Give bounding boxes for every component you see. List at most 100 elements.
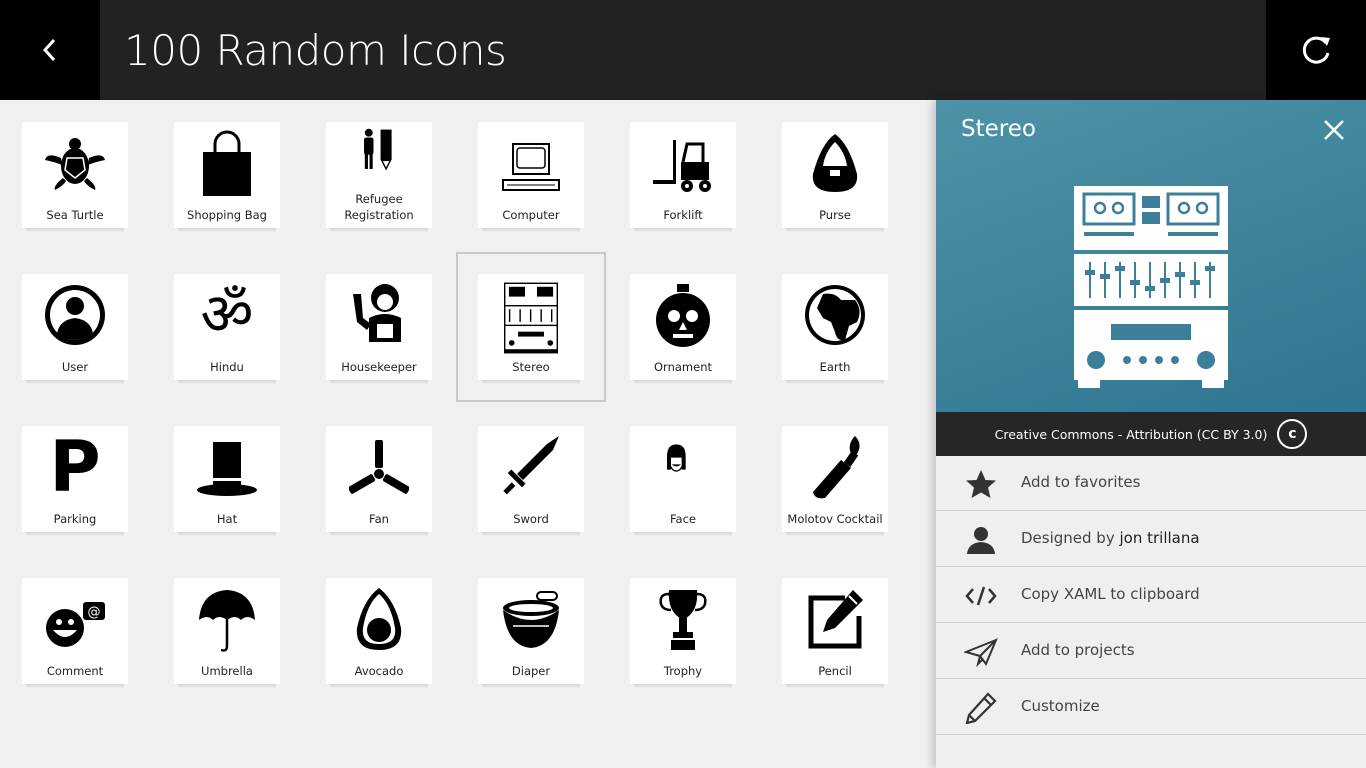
person-icon xyxy=(964,524,998,556)
chevron-left-icon xyxy=(39,37,61,63)
detail-panel: Stereo xyxy=(936,100,1366,768)
hat-icon xyxy=(182,434,272,500)
avocado-icon xyxy=(349,586,409,652)
code-icon xyxy=(964,580,998,612)
icon-tile-ornament[interactable]: Ornament xyxy=(630,274,736,380)
title-bar: 100 Random Icons xyxy=(100,0,1266,100)
stereo-preview-icon xyxy=(1074,186,1228,388)
icon-tile-forklift[interactable]: Forklift xyxy=(630,122,736,228)
icon-tile-earth[interactable]: Earth xyxy=(782,274,888,380)
icon-label: Sword xyxy=(478,511,584,527)
icon-tile-umbrella[interactable]: Umbrella xyxy=(174,578,280,684)
icon-tile-face[interactable]: Face xyxy=(630,426,736,532)
app-window: 100 Random Icons Sea Turtle xyxy=(0,0,1366,768)
add-to-favorites-label: Add to favorites xyxy=(1021,473,1140,491)
icon-label: Diaper xyxy=(478,663,584,679)
cc-license-icon: c xyxy=(1277,419,1307,449)
icon-tile-user[interactable]: User xyxy=(22,274,128,380)
icon-tile-hindu[interactable]: ॐ Hindu xyxy=(174,274,280,380)
designer-label: Designed by jon trillana xyxy=(1021,529,1200,547)
diaper-icon xyxy=(501,586,561,652)
icon-label: Hat xyxy=(174,511,280,527)
icon-tile-stereo[interactable]: Stereo xyxy=(478,274,584,380)
icon-label: Face xyxy=(630,511,736,527)
icon-label: Trophy xyxy=(630,663,736,679)
icon-label: Pencil xyxy=(782,663,888,679)
ornament-icon xyxy=(653,282,713,348)
icon-label: Fan xyxy=(326,511,432,527)
copy-xaml-label: Copy XAML to clipboard xyxy=(1021,585,1200,603)
icon-tile-fan[interactable]: Fan xyxy=(326,426,432,532)
fan-icon xyxy=(349,434,409,500)
refugee-registration-icon xyxy=(349,128,409,180)
icon-label: User xyxy=(22,359,128,375)
detail-title: Stereo xyxy=(961,116,1036,142)
icon-label: Earth xyxy=(782,359,888,375)
designer-name: jon trillana xyxy=(1119,529,1199,547)
icon-label: Molotov Cocktail xyxy=(782,511,888,527)
stereo-icon xyxy=(504,282,558,354)
icon-label: Shopping Bag xyxy=(174,207,280,223)
pencil-edit-icon xyxy=(964,692,998,724)
icon-tile-housekeeper[interactable]: Housekeeper xyxy=(326,274,432,380)
icon-label: Computer xyxy=(478,207,584,223)
icon-label: Forklift xyxy=(630,207,736,223)
icon-tile-sea-turtle[interactable]: Sea Turtle xyxy=(22,122,128,228)
refresh-icon xyxy=(1299,33,1333,67)
user-icon xyxy=(45,282,105,348)
icon-label: Stereo xyxy=(478,359,584,375)
designer-link[interactable]: Designed by jon trillana xyxy=(936,512,1366,567)
umbrella-icon xyxy=(192,586,262,652)
hindu-icon: ॐ xyxy=(197,282,257,348)
molotov-cocktail-icon xyxy=(805,434,865,500)
svg-text:@: @ xyxy=(88,605,101,620)
icon-label: Parking xyxy=(22,511,128,527)
icon-tile-computer[interactable]: Computer xyxy=(478,122,584,228)
icon-label: Sea Turtle xyxy=(22,207,128,223)
icon-label: Umbrella xyxy=(174,663,280,679)
sea-turtle-icon xyxy=(45,130,105,196)
icon-label: Avocado xyxy=(326,663,432,679)
designed-by-prefix: Designed by xyxy=(1021,529,1119,547)
add-to-projects-button[interactable]: Add to projects xyxy=(936,624,1366,679)
icon-tile-parking[interactable]: P Parking xyxy=(22,426,128,532)
icon-tile-pencil[interactable]: Pencil xyxy=(782,578,888,684)
icon-tile-purse[interactable]: Purse xyxy=(782,122,888,228)
icon-label: Refugee Registration xyxy=(334,191,424,223)
icon-label: Ornament xyxy=(630,359,736,375)
parking-icon: P xyxy=(45,434,105,500)
back-button[interactable] xyxy=(0,0,100,100)
icon-tile-sword[interactable]: Sword xyxy=(478,426,584,532)
computer-icon xyxy=(501,130,561,196)
icon-label: Hindu xyxy=(174,359,280,375)
pencil-icon xyxy=(805,586,865,652)
icon-tile-diaper[interactable]: Diaper xyxy=(478,578,584,684)
refresh-button[interactable] xyxy=(1266,0,1366,100)
icon-tile-shopping-bag[interactable]: Shopping Bag xyxy=(174,122,280,228)
license-text: Creative Commons - Attribution (CC BY 3.… xyxy=(995,427,1268,442)
trophy-icon xyxy=(653,586,713,652)
page-title: 100 Random Icons xyxy=(124,26,506,75)
icon-tile-avocado[interactable]: Avocado xyxy=(326,578,432,684)
icon-tile-molotov-cocktail[interactable]: Molotov Cocktail xyxy=(782,426,888,532)
icon-tile-refugee-registration[interactable]: Refugee Registration xyxy=(326,122,432,228)
license-bar[interactable]: Creative Commons - Attribution (CC BY 3.… xyxy=(936,412,1366,456)
sword-icon xyxy=(501,434,561,500)
icon-label: Housekeeper xyxy=(326,359,432,375)
add-to-favorites-button[interactable]: Add to favorites xyxy=(936,456,1366,511)
copy-xaml-button[interactable]: Copy XAML to clipboard xyxy=(936,568,1366,623)
icon-preview: Stereo xyxy=(936,100,1366,412)
icon-grid: Sea Turtle Shopping Bag Refugee Registra… xyxy=(0,100,936,768)
customize-button[interactable]: Customize xyxy=(936,680,1366,735)
housekeeper-icon xyxy=(349,282,409,348)
shopping-bag-icon xyxy=(197,130,257,196)
icon-label: Purse xyxy=(782,207,888,223)
comment-icon: @ xyxy=(40,586,110,652)
earth-icon xyxy=(805,282,865,348)
add-to-projects-label: Add to projects xyxy=(1021,641,1135,659)
icon-tile-hat[interactable]: Hat xyxy=(174,426,280,532)
icon-tile-comment[interactable]: @ Comment xyxy=(22,578,128,684)
icon-label: Comment xyxy=(22,663,128,679)
icon-tile-trophy[interactable]: Trophy xyxy=(630,578,736,684)
close-icon[interactable] xyxy=(1322,118,1346,142)
